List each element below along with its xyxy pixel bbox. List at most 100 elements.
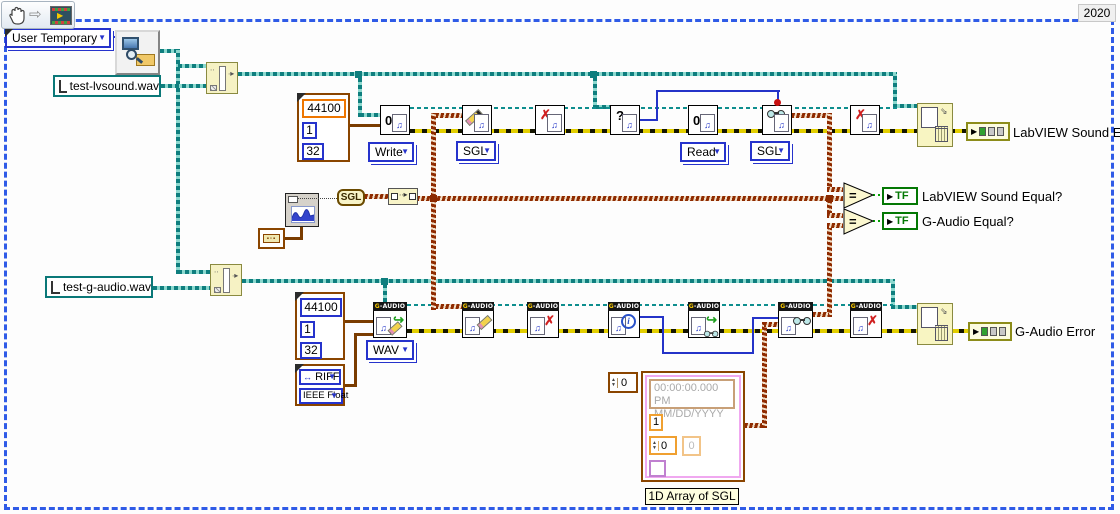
block-diagram: 2020 ⇨ ▶ — [0, 0, 1120, 514]
file-name-constant-lvsound[interactable]: test-lvsound.wav — [53, 75, 161, 97]
index-spinner[interactable]: ▲▼ — [651, 441, 659, 451]
open-mode-ring[interactable]: Write ▼ — [368, 142, 414, 162]
read-type-ring[interactable]: SGL ▼ — [750, 141, 790, 161]
waveform-plot-icon — [291, 206, 315, 223]
sound-format-cluster[interactable]: 44100 1 32 — [297, 93, 350, 162]
wire-i32 — [640, 316, 664, 318]
g-audio-read-node[interactable]: G-AUDIO ♫ — [778, 302, 813, 338]
vi-icon[interactable]: ▶ — [50, 6, 72, 25]
channels-constant[interactable]: 1 — [302, 122, 317, 139]
tf-glyph: TF — [895, 190, 908, 202]
g-audio-header: G-AUDIO — [850, 302, 882, 311]
wire-path — [178, 270, 210, 274]
scroll-hand-icon[interactable] — [8, 6, 26, 26]
to-sgl-conversion[interactable]: SGL — [337, 189, 365, 206]
index-value: 0 — [618, 377, 627, 389]
build-array-node[interactable]: ∙∙▸ — [388, 188, 418, 205]
sound-file-close-node-2[interactable]: ✗ ♫ — [850, 105, 880, 135]
encoding-ring[interactable]: IEEE Float ▼ — [299, 388, 343, 404]
open-format-ring[interactable]: WAV ▼ — [366, 340, 414, 360]
waveform-array-constant[interactable]: 00:00:00.000 PM MM/DD/YYYY 1 ▲▼ 0 0 — [641, 371, 745, 482]
chevron-down-icon: ▼ — [330, 390, 338, 402]
sample-rate-constant[interactable]: 44100 — [302, 99, 346, 118]
lv-sound-equal-indicator[interactable]: ▶ TF — [882, 187, 918, 205]
g-audio-info-node[interactable]: G-AUDIO ♫ i — [608, 302, 640, 338]
sound-file-icon: ♫ — [862, 114, 877, 132]
dt-constant[interactable]: 1 — [649, 414, 663, 431]
vi-boundary — [4, 19, 1114, 510]
g-audio-close-node-2[interactable]: G-AUDIO ♫ ✗ — [850, 302, 882, 338]
y-index-value: 0 — [659, 440, 667, 452]
path-glyph-icon — [59, 80, 67, 93]
wire-cluster — [354, 333, 357, 387]
wire-path — [176, 49, 180, 274]
g-audio-open-read-node[interactable]: G-AUDIO ♫ ↪ — [688, 302, 720, 338]
wire-sgl-array — [436, 113, 462, 118]
g-audio-write-node[interactable]: G-AUDIO ♫ — [462, 302, 494, 338]
sound-file-write-node[interactable]: ♫ — [462, 105, 492, 135]
waveform-component-constant[interactable]: ▪▫▪ — [258, 228, 285, 249]
g-audio-equal-indicator[interactable]: ▶ TF — [882, 212, 918, 230]
svg-text:=: = — [849, 188, 857, 203]
wire-path — [153, 286, 210, 290]
chevron-down-icon: ▼ — [401, 342, 409, 358]
delete-file-node[interactable]: ⇘ — [917, 103, 953, 147]
sound-file-open-read-node[interactable]: 0 ♫ — [688, 105, 718, 135]
g-audio-equal-label: G-Audio Equal? — [922, 214, 1014, 229]
wire-sgl-array — [827, 223, 832, 317]
get-system-directory-node[interactable] — [115, 30, 160, 75]
build-path-node-2[interactable]: ∙∙ ∙▸ — [210, 264, 242, 296]
lv-sound-error-indicator[interactable]: ▶ — [966, 122, 1010, 141]
file-format-cluster[interactable]: ↔ RIFF ▼ IEEE Float ▼ — [295, 364, 345, 406]
delete-file-node-2[interactable]: ⇘ — [917, 303, 953, 345]
sound-file-info-node[interactable]: ? ♫ — [610, 105, 640, 135]
y-array-element[interactable]: 0 — [682, 436, 701, 456]
g-audio-format-cluster[interactable]: 44100 1 32 — [295, 292, 345, 360]
read-mode-ring[interactable]: Read ▼ — [680, 142, 726, 162]
constant-fold — [295, 364, 304, 373]
build-path-node[interactable]: ∙∙ ∙▸ — [206, 62, 238, 94]
navigate-arrow-icon[interactable]: ⇨ — [29, 5, 42, 23]
component-glyph: ▪▫▪ — [263, 234, 280, 243]
g-audio-error-label: G-Audio Error — [1015, 324, 1095, 339]
wire-sgl-array — [827, 213, 843, 218]
constant-fold — [297, 93, 306, 102]
g-audio-header: G-AUDIO — [608, 302, 640, 311]
wire-i32 — [656, 90, 780, 92]
attributes-variant-box[interactable] — [649, 460, 666, 477]
sample-rate-constant[interactable]: 44100 — [300, 298, 342, 317]
wire-junction — [355, 71, 362, 78]
equal-node-bottom[interactable]: = — [843, 208, 874, 235]
container-ring[interactable]: ↔ RIFF ▼ — [299, 369, 341, 385]
sound-file-icon: ♫ — [530, 317, 545, 335]
bits-constant[interactable]: 32 — [300, 342, 322, 359]
chevron-down-icon: ▼ — [483, 143, 491, 159]
g-audio-close-node[interactable]: G-AUDIO ♫ ✗ — [527, 302, 559, 338]
write-type-ring[interactable]: SGL ▼ — [456, 141, 496, 161]
equal-node-top[interactable]: = — [843, 182, 874, 209]
bits-constant[interactable]: 32 — [302, 143, 324, 160]
wire-boolean — [873, 220, 882, 222]
waveform-array-index[interactable]: ▲▼ 0 — [608, 372, 638, 393]
terminal-arrow-icon: ▶ — [887, 192, 893, 201]
file-name-constant-gaudio[interactable]: test-g-audio.wav — [45, 276, 153, 298]
sound-file-read-node[interactable]: ♫ — [762, 105, 792, 135]
g-audio-open-write-node[interactable]: G-AUDIO ♫ ↪ — [373, 302, 407, 338]
terminal-arrow-icon: ▶ — [887, 217, 893, 226]
channels-constant[interactable]: 1 — [300, 321, 315, 338]
sound-file-icon: ♫ — [474, 114, 489, 132]
timestamp-constant[interactable]: 00:00:00.000 PM MM/DD/YYYY — [649, 379, 735, 409]
info-icon: i — [621, 314, 636, 329]
waveform-array-label[interactable]: 1D Array of SGL — [645, 488, 739, 505]
wire-sgl-array — [365, 194, 389, 199]
g-audio-error-indicator[interactable]: ▶ — [968, 322, 1012, 341]
index-spinner[interactable]: ▲▼ — [610, 378, 618, 388]
source-square — [999, 327, 1006, 336]
status-square — [979, 127, 986, 136]
y-array-index[interactable]: ▲▼ 0 — [649, 436, 677, 455]
base-directory-ring[interactable]: User Temporary ▼ — [5, 28, 111, 48]
close-x-icon: ✗ — [544, 314, 555, 327]
wire-sgl-array — [827, 113, 832, 191]
sound-file-open-write-node[interactable]: 0 ♫ — [380, 105, 410, 135]
sound-file-close-node[interactable]: ✗ ♫ — [535, 105, 565, 135]
